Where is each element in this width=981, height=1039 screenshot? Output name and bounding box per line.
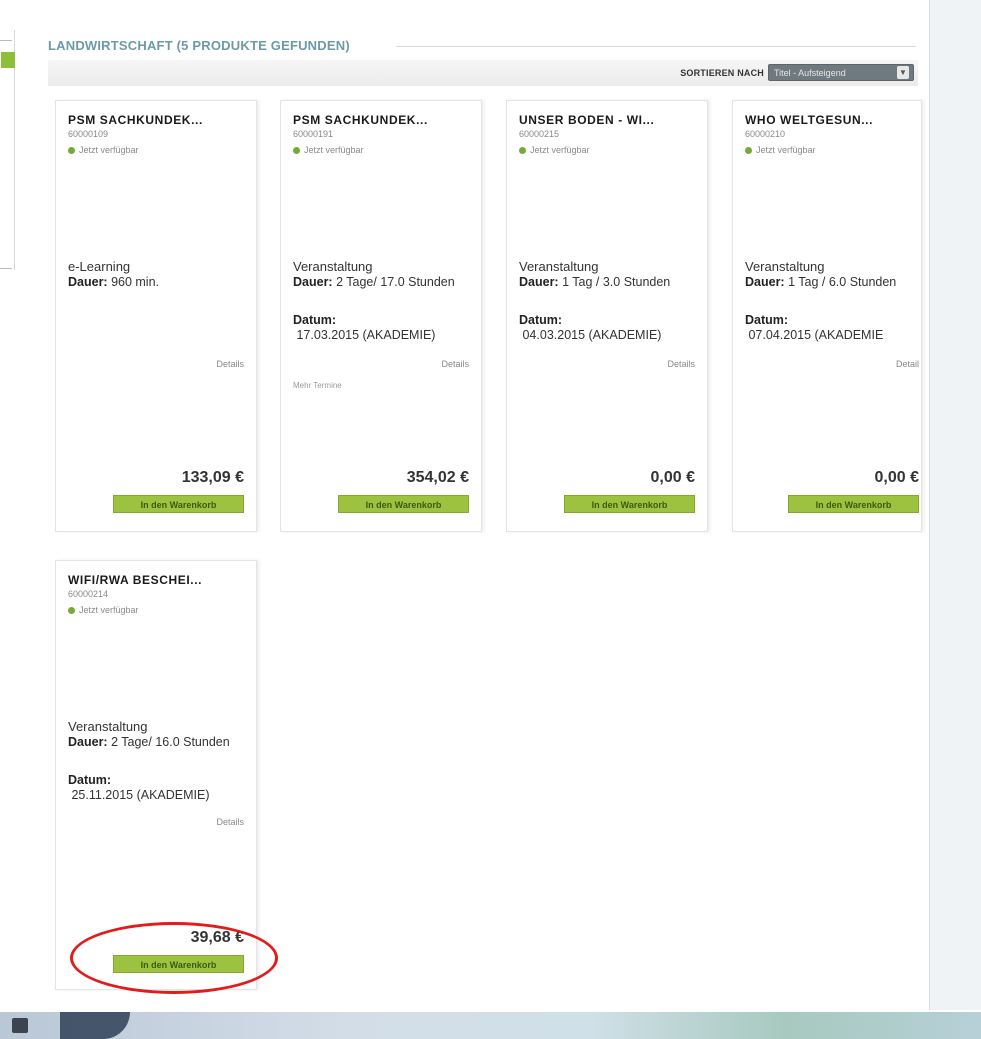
availability-status: Jetzt verfügbar (68, 145, 139, 155)
product-type: e-Learning (68, 259, 131, 274)
add-to-cart-button[interactable]: In den Warenkorb (564, 495, 695, 513)
start-icon[interactable] (12, 1018, 28, 1033)
sort-selected-value: Titel - Aufsteigend (774, 68, 846, 78)
add-to-cart-button[interactable]: In den Warenkorb (338, 495, 469, 513)
product-type: Veranstaltung (293, 259, 373, 274)
product-duration: Dauer: 960 min. (68, 275, 160, 289)
active-nav-marker (1, 52, 15, 68)
product-code: 60000210 (745, 129, 786, 139)
product-code: 60000191 (293, 129, 334, 139)
product-price: 0,00 € (874, 469, 919, 486)
product-title[interactable]: WIFI/RWA BESCHEI... (68, 573, 202, 587)
chevron-down-icon: ▼ (897, 66, 909, 79)
sort-label: SORTIEREN NACH (680, 68, 764, 78)
product-date: Datum: 17.03.2015 (AKADEMIE) (293, 313, 436, 342)
product-duration: Dauer: 2 Tage/ 16.0 Stunden (68, 735, 230, 749)
availability-status: Jetzt verfügbar (293, 145, 364, 155)
product-price: 0,00 € (650, 469, 695, 486)
details-link[interactable]: Detail (896, 359, 919, 369)
availability-status: Jetzt verfügbar (519, 145, 590, 155)
add-to-cart-button[interactable]: In den Warenkorb (113, 495, 244, 513)
right-panel (929, 0, 981, 1010)
divider (0, 268, 12, 269)
header-divider (396, 46, 916, 47)
details-link[interactable]: Details (667, 359, 695, 369)
product-date: Datum: 04.03.2015 (AKADEMIE) (519, 313, 662, 342)
details-link[interactable]: Details (216, 817, 244, 827)
product-card: WHO WELTGESUN... 60000210 Jetzt verfügba… (732, 100, 922, 532)
sort-select[interactable]: Titel - Aufsteigend ▼ (768, 64, 914, 81)
product-duration: Dauer: 1 Tag / 6.0 Stunden (745, 275, 897, 289)
availability-status: Jetzt verfügbar (68, 605, 139, 615)
available-dot-icon (293, 146, 300, 154)
product-price: 133,09 € (181, 469, 244, 486)
product-type: Veranstaltung (519, 259, 599, 274)
product-duration: Dauer: 1 Tag / 3.0 Stunden (519, 275, 671, 289)
product-title[interactable]: UNSER BODEN - WI... (519, 113, 654, 127)
product-code: 60000215 (519, 129, 560, 139)
available-dot-icon (745, 146, 752, 154)
details-link[interactable]: Details (441, 359, 469, 369)
taskbar-decoration (60, 1012, 130, 1039)
divider (0, 40, 12, 41)
product-card: PSM SACHKUNDEK... 60000109 Jetzt verfügb… (55, 100, 257, 532)
add-to-cart-button[interactable]: In den Warenkorb (788, 495, 919, 513)
product-type: Veranstaltung (68, 719, 148, 734)
highlight-annotation (70, 922, 278, 994)
product-title[interactable]: PSM SACHKUNDEK... (68, 113, 203, 127)
taskbar (0, 1012, 981, 1039)
product-type: Veranstaltung (745, 259, 825, 274)
product-date: Datum: 07.04.2015 (AKADEMIE (745, 313, 884, 342)
availability-status: Jetzt verfügbar (745, 145, 816, 155)
product-code: 60000214 (68, 589, 109, 599)
more-dates-link[interactable]: Mehr Termine (293, 381, 342, 390)
product-duration: Dauer: 2 Tage/ 17.0 Stunden (293, 275, 455, 289)
product-title[interactable]: PSM SACHKUNDEK... (293, 113, 428, 127)
product-title[interactable]: WHO WELTGESUN... (745, 113, 873, 127)
available-dot-icon (68, 606, 75, 614)
product-card: UNSER BODEN - WI... 60000215 Jetzt verfü… (506, 100, 708, 532)
product-price: 354,02 € (406, 469, 469, 486)
left-sidebar-edge (0, 30, 15, 270)
product-date: Datum: 25.11.2015 (AKADEMIE) (68, 773, 210, 802)
available-dot-icon (519, 146, 526, 154)
product-code: 60000109 (68, 129, 109, 139)
category-title: LANDWIRTSCHAFT (5 PRODUKTE GEFUNDEN) (48, 38, 350, 53)
product-card: PSM SACHKUNDEK... 60000191 Jetzt verfügb… (280, 100, 482, 532)
sort-bar: SORTIEREN NACH Titel - Aufsteigend ▼ (48, 60, 918, 86)
details-link[interactable]: Details (216, 359, 244, 369)
available-dot-icon (68, 146, 75, 154)
